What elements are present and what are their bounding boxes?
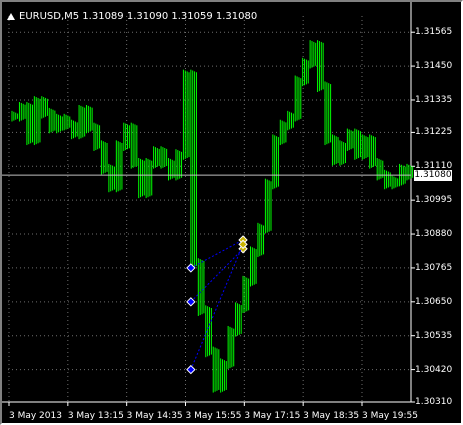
price-label: 1.30420	[415, 364, 453, 375]
chart-title: EURUSD,M5 1.31089 1.31090 1.31059 1.3108…	[19, 10, 258, 22]
price-label: 1.30765	[415, 262, 453, 273]
time-label: 3 May 18:35	[303, 411, 360, 421]
price-label: 1.30995	[415, 195, 453, 206]
price-label: 1.31450	[415, 61, 453, 72]
price-label: 1.30880	[415, 229, 453, 240]
chart-title-bar: EURUSD,M5 1.31089 1.31090 1.31059 1.3108…	[7, 9, 257, 23]
trade-entry-marker	[186, 263, 196, 273]
time-label: 3 May 13:15	[67, 411, 124, 421]
current-price-label: 1.31080	[414, 170, 452, 182]
time-label: 3 May 15:55	[185, 411, 242, 421]
price-label: 1.30310	[415, 397, 453, 407]
time-label: 3 May 14:35	[126, 411, 183, 421]
trade-entry-marker	[186, 297, 196, 307]
price-label: 1.31335	[415, 94, 453, 105]
price-label: 1.30535	[415, 330, 453, 341]
time-label: 3 May 19:55	[361, 411, 418, 421]
chart-area[interactable]: EURUSD,M5 1.31089 1.31090 1.31059 1.3108…	[2, 2, 461, 423]
time-label: 3 May 17:15	[244, 411, 301, 421]
chart-window[interactable]: EURUSD,M5 1.31089 1.31090 1.31059 1.3108…	[0, 0, 463, 425]
time-label: 3 May 2013	[9, 411, 62, 421]
price-chart[interactable]	[2, 2, 461, 423]
trade-entry-marker	[186, 364, 196, 375]
price-label: 1.30650	[415, 296, 453, 307]
price-label: 1.31565	[415, 27, 453, 38]
trade-line	[190, 239, 244, 269]
triangle-icon	[7, 12, 15, 20]
price-label: 1.31225	[415, 127, 453, 138]
